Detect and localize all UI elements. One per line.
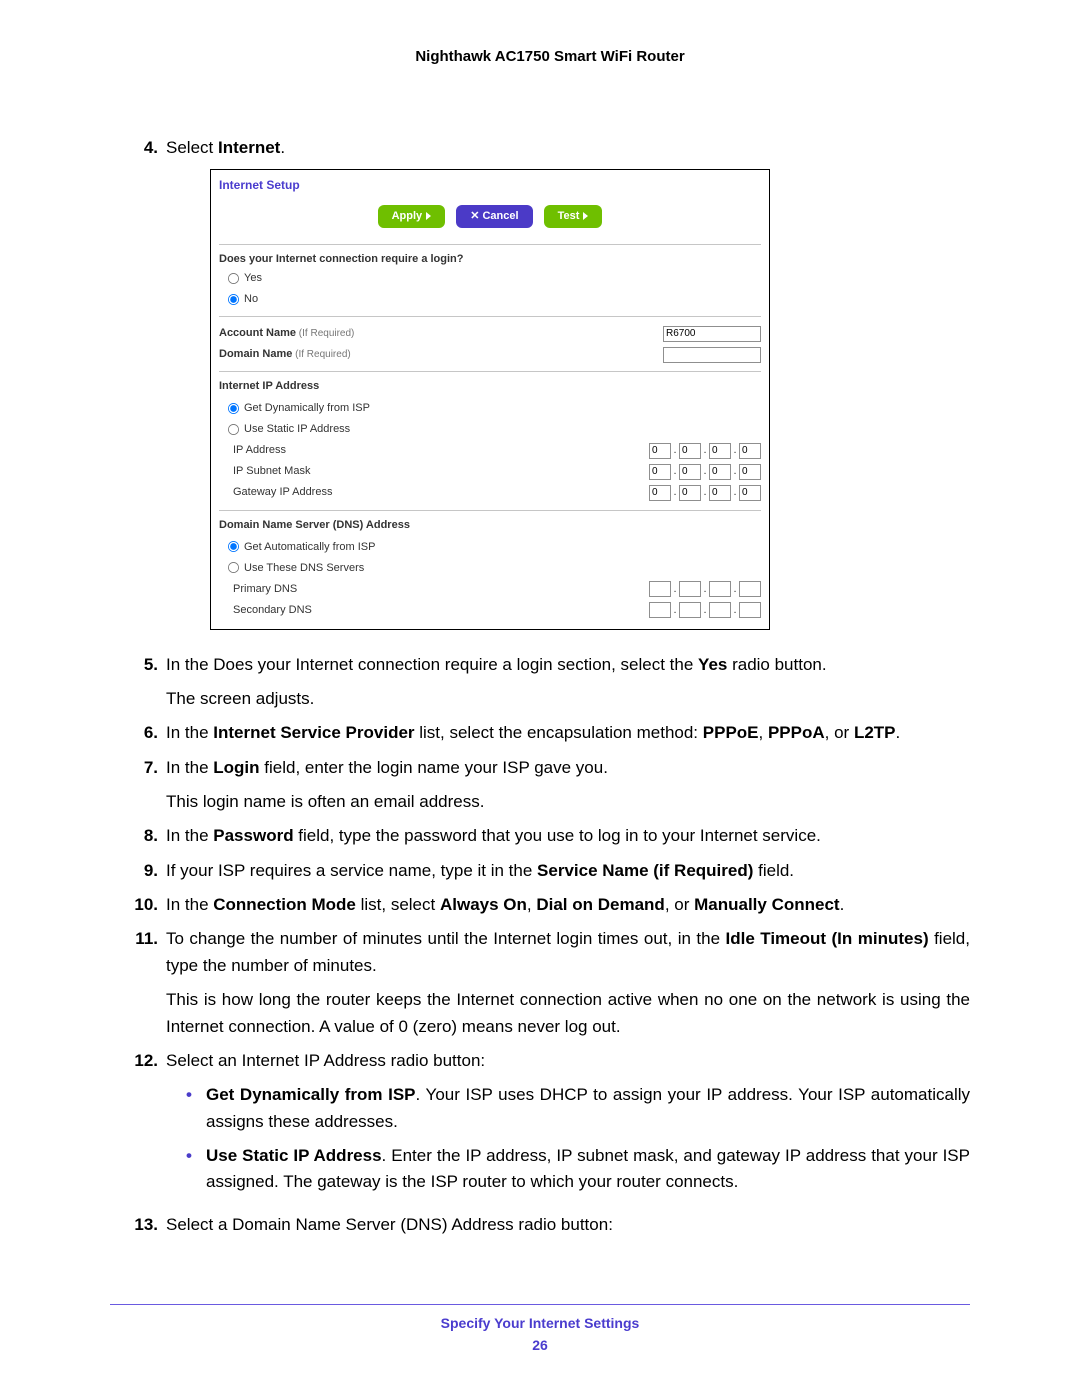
page-number: 26 [110, 1337, 970, 1353]
no-label: No [244, 293, 258, 305]
sdns-oct3[interactable] [709, 602, 731, 618]
dns-manual-label: Use These DNS Servers [244, 562, 364, 574]
step13-text: Select a Domain Name Server (DNS) Addres… [166, 1212, 970, 1238]
sdns-oct1[interactable] [649, 602, 671, 618]
step-number: 7. [130, 755, 158, 816]
panel-title: Internet Setup [211, 170, 769, 199]
step9-text: If your ISP requires a service name, typ… [166, 858, 970, 884]
sdns-oct4[interactable] [739, 602, 761, 618]
step4-prefix: Select [166, 138, 218, 157]
domain-name-label: Domain Name [219, 348, 292, 360]
gw-oct1[interactable] [649, 485, 671, 501]
pdns-oct4[interactable] [739, 581, 761, 597]
ip-section-heading: Internet IP Address [219, 378, 761, 395]
ip-dynamic-label: Get Dynamically from ISP [244, 402, 370, 414]
dns-auto-label: Get Automatically from ISP [244, 541, 375, 553]
step4-bold: Internet [218, 138, 280, 157]
ip-oct3[interactable] [709, 443, 731, 459]
login-question: Does your Internet connection require a … [219, 251, 761, 268]
test-button[interactable]: Test [544, 205, 603, 228]
account-name-label: Account Name [219, 327, 296, 339]
mask-oct4[interactable] [739, 464, 761, 480]
gw-oct4[interactable] [739, 485, 761, 501]
step11-line2: This is how long the router keeps the In… [166, 987, 970, 1040]
step-number: 4. [130, 135, 158, 644]
step-number: 8. [130, 823, 158, 849]
step12-lead: Select an Internet IP Address radio butt… [166, 1048, 970, 1074]
ip-address-label: IP Address [219, 442, 649, 459]
sdns-oct2[interactable] [679, 602, 701, 618]
step7-line2: This login name is often an email addres… [166, 789, 970, 815]
doc-header: Nighthawk AC1750 Smart WiFi Router [130, 48, 970, 65]
login-no-radio[interactable] [228, 294, 239, 305]
yes-label: Yes [244, 272, 262, 284]
dns-section-heading: Domain Name Server (DNS) Address [219, 517, 761, 534]
gw-oct3[interactable] [709, 485, 731, 501]
step6-text: In the Internet Service Provider list, s… [166, 720, 970, 746]
gw-oct2[interactable] [679, 485, 701, 501]
account-name-input[interactable] [663, 326, 761, 342]
step-number: 5. [130, 652, 158, 713]
ip-oct4[interactable] [739, 443, 761, 459]
step12-bullet2: Use Static IP Address. Enter the IP addr… [186, 1143, 970, 1196]
account-hint: (If Required) [296, 328, 354, 339]
page-footer: Specify Your Internet Settings 26 [110, 1304, 970, 1353]
dns-auto-radio[interactable] [228, 541, 239, 552]
pdns-oct1[interactable] [649, 581, 671, 597]
mask-oct1[interactable] [649, 464, 671, 480]
gateway-label: Gateway IP Address [219, 484, 649, 501]
step-number: 10. [130, 892, 158, 918]
apply-arrow-icon [426, 212, 431, 220]
step-number: 12. [130, 1048, 158, 1204]
apply-button[interactable]: Apply [378, 205, 446, 228]
step-number: 13. [130, 1212, 158, 1238]
step11-line1: To change the number of minutes until th… [166, 926, 970, 979]
ip-oct1[interactable] [649, 443, 671, 459]
pdns-label: Primary DNS [219, 581, 649, 598]
ip-static-label: Use Static IP Address [244, 423, 350, 435]
dns-manual-radio[interactable] [228, 562, 239, 573]
step5-line2: The screen adjusts. [166, 686, 970, 712]
pdns-oct2[interactable] [679, 581, 701, 597]
step-number: 9. [130, 858, 158, 884]
step7-line1: In the Login field, enter the login name… [166, 755, 970, 781]
mask-oct2[interactable] [679, 464, 701, 480]
subnet-label: IP Subnet Mask [219, 463, 649, 480]
step4-suffix: . [280, 138, 285, 157]
sdns-label: Secondary DNS [219, 602, 649, 619]
cancel-button[interactable]: ✕Cancel [456, 205, 532, 228]
pdns-oct3[interactable] [709, 581, 731, 597]
step5-line1: In the Does your Internet connection req… [166, 652, 970, 678]
close-icon: ✕ [470, 210, 479, 222]
step-number: 6. [130, 720, 158, 746]
mask-oct3[interactable] [709, 464, 731, 480]
internet-setup-screenshot: Internet Setup Apply ✕Cancel Test Does y… [210, 169, 770, 629]
step4-text: Select Internet. [166, 135, 970, 161]
domain-hint: (If Required) [292, 349, 350, 360]
ip-static-radio[interactable] [228, 424, 239, 435]
domain-name-input[interactable] [663, 347, 761, 363]
step12-bullet1: Get Dynamically from ISP. Your ISP uses … [186, 1082, 970, 1135]
footer-section: Specify Your Internet Settings [110, 1315, 970, 1331]
step10-text: In the Connection Mode list, select Alwa… [166, 892, 970, 918]
ip-oct2[interactable] [679, 443, 701, 459]
login-yes-radio[interactable] [228, 273, 239, 284]
step-number: 11. [130, 926, 158, 1039]
test-arrow-icon [583, 212, 588, 220]
step8-text: In the Password field, type the password… [166, 823, 970, 849]
ip-dynamic-radio[interactable] [228, 403, 239, 414]
